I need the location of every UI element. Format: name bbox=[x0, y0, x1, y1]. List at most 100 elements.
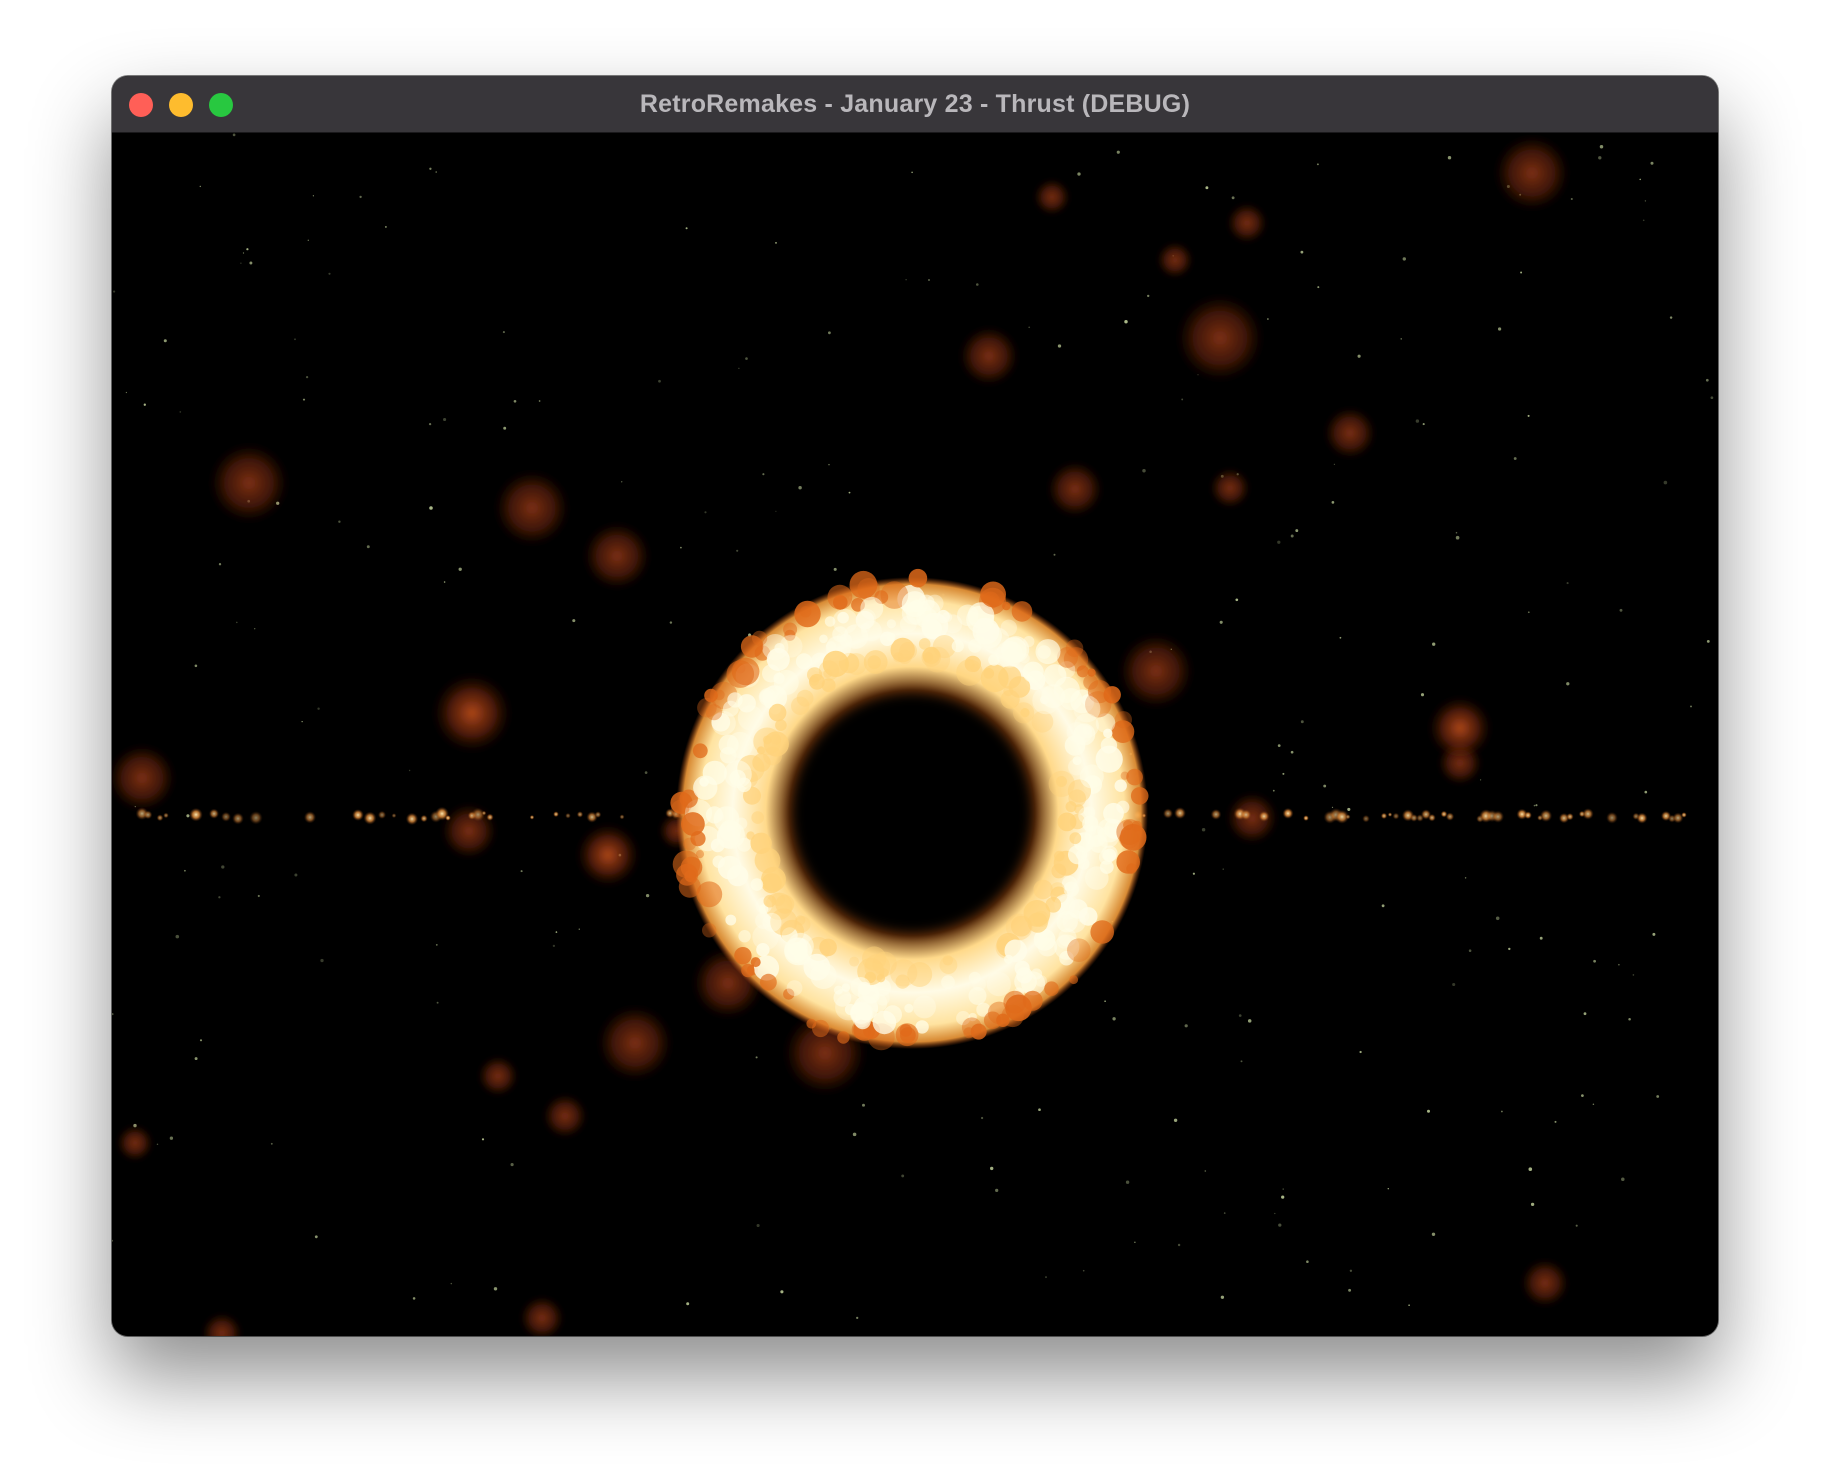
star bbox=[1527, 611, 1530, 614]
star bbox=[538, 400, 541, 402]
ring-particle bbox=[796, 689, 814, 707]
star bbox=[112, 1013, 114, 1016]
ring-particle bbox=[750, 878, 764, 891]
star bbox=[1333, 463, 1336, 465]
star bbox=[1300, 720, 1304, 724]
star bbox=[1192, 872, 1195, 875]
debris-particle bbox=[208, 808, 220, 819]
star bbox=[1581, 1094, 1584, 1097]
star bbox=[1331, 501, 1335, 504]
debris-particle bbox=[1210, 809, 1222, 820]
star bbox=[745, 357, 748, 360]
star bbox=[1220, 1295, 1225, 1299]
ring-particle bbox=[1099, 860, 1114, 874]
ring-particle bbox=[1020, 708, 1030, 718]
ring-particle bbox=[762, 912, 782, 932]
star bbox=[317, 707, 320, 710]
ring-particle bbox=[1116, 819, 1143, 845]
ring-particle bbox=[771, 892, 785, 907]
star bbox=[833, 567, 837, 571]
ring-particle bbox=[715, 812, 725, 822]
ring-particle bbox=[693, 775, 718, 800]
star bbox=[1431, 1232, 1436, 1236]
ring-particle bbox=[779, 634, 803, 658]
ring-particle bbox=[705, 704, 723, 721]
star bbox=[1045, 1276, 1047, 1279]
star bbox=[1432, 642, 1436, 646]
star bbox=[1134, 1241, 1136, 1243]
star bbox=[1415, 419, 1420, 423]
ring-particle bbox=[890, 959, 918, 987]
ring-particle bbox=[810, 962, 837, 989]
star bbox=[1057, 344, 1062, 348]
star bbox=[856, 1316, 859, 1320]
star bbox=[307, 239, 309, 241]
star bbox=[669, 621, 673, 624]
ring-particle bbox=[941, 975, 955, 990]
star bbox=[194, 1057, 198, 1061]
star bbox=[995, 1188, 999, 1193]
star bbox=[976, 283, 979, 286]
star bbox=[305, 375, 309, 379]
debris-particle bbox=[1282, 807, 1294, 819]
star bbox=[112, 1239, 114, 1242]
star bbox=[1570, 197, 1573, 201]
smoke-puff bbox=[478, 1056, 518, 1096]
ring-particle bbox=[1067, 938, 1091, 962]
star bbox=[1323, 784, 1327, 788]
star bbox=[1402, 257, 1407, 261]
ring-particle bbox=[988, 654, 1000, 666]
star bbox=[249, 261, 253, 265]
ring-particle bbox=[943, 614, 963, 634]
smoke-puff bbox=[494, 470, 570, 546]
star bbox=[1300, 250, 1304, 254]
ring-particle bbox=[880, 631, 895, 646]
ring-particle bbox=[983, 668, 995, 679]
window-title: RetroRemakes - January 23 - Thrust (DEBU… bbox=[639, 90, 1191, 118]
ring-particle bbox=[738, 930, 751, 943]
ring-particle bbox=[1031, 710, 1054, 733]
star bbox=[1644, 790, 1648, 794]
ring-particle bbox=[783, 622, 798, 637]
star bbox=[1501, 1110, 1503, 1113]
star bbox=[1663, 480, 1668, 485]
title-bar[interactable]: RetroRemakes - January 23 - Thrust (DEBU… bbox=[112, 76, 1718, 133]
star bbox=[1619, 608, 1623, 612]
star bbox=[270, 1142, 273, 1145]
debris-particle bbox=[486, 813, 494, 821]
star bbox=[1147, 294, 1150, 298]
star bbox=[658, 379, 661, 383]
star bbox=[1656, 1095, 1660, 1098]
debris-particle bbox=[481, 810, 487, 816]
star bbox=[481, 1138, 485, 1141]
star bbox=[1112, 1017, 1116, 1021]
star bbox=[450, 1282, 453, 1285]
star bbox=[1223, 1212, 1226, 1214]
star bbox=[429, 506, 433, 510]
star bbox=[1644, 200, 1647, 202]
star bbox=[680, 546, 682, 549]
ring-particle bbox=[1037, 645, 1051, 659]
ring-particle bbox=[725, 914, 737, 926]
ring-particle bbox=[857, 981, 872, 996]
debris-particle bbox=[391, 813, 397, 818]
debris-particle bbox=[363, 811, 377, 825]
star bbox=[1082, 1269, 1085, 1272]
ring-particle bbox=[737, 705, 764, 731]
ring-particle bbox=[1073, 695, 1101, 723]
game-viewport[interactable] bbox=[112, 133, 1718, 1336]
star bbox=[125, 391, 128, 394]
star bbox=[520, 870, 523, 873]
star bbox=[502, 331, 505, 334]
debris-particle bbox=[405, 812, 419, 826]
star bbox=[1592, 1103, 1595, 1106]
smoke-puff bbox=[1521, 1259, 1569, 1307]
debris-particle bbox=[1524, 811, 1532, 820]
ring-particle bbox=[845, 653, 867, 675]
star bbox=[218, 563, 222, 566]
ring-particle bbox=[819, 938, 837, 957]
star bbox=[738, 367, 740, 369]
ring-particle bbox=[1114, 779, 1127, 792]
ring-particle bbox=[1023, 636, 1035, 648]
ring-particle bbox=[1037, 937, 1058, 957]
